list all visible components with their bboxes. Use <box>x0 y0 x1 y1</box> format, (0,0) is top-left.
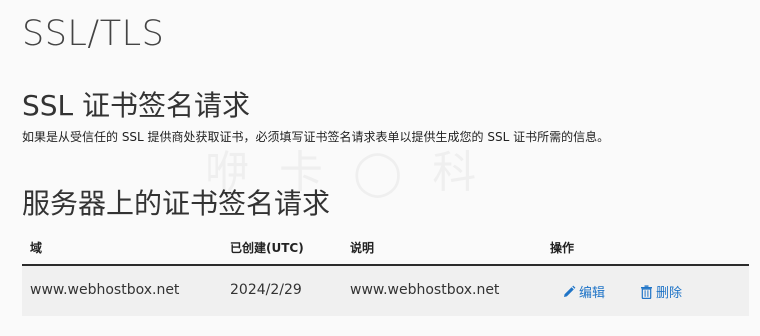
edit-label: 编辑 <box>579 286 606 301</box>
server-csr-title: 服务器上的证书签名请求 <box>22 187 331 220</box>
delete-link[interactable]: 删除 <box>640 282 682 301</box>
pencil-icon <box>562 285 576 299</box>
delete-label: 删除 <box>656 286 683 301</box>
cell-description: www.webhostbox.net <box>350 282 500 298</box>
column-header-created: 已创建(UTC) <box>230 241 304 255</box>
table-header: 域 已创建(UTC) 说明 操作 <box>22 230 749 266</box>
column-header-actions: 操作 <box>550 241 575 255</box>
column-header-domain: 域 <box>30 241 43 255</box>
csr-section-title: SSL 证书签名请求 <box>22 89 251 122</box>
csr-description: 如果是从受信任的 SSL 提供商处获取证书，必须填写证书签名请求表单以提供生成您… <box>22 130 610 144</box>
page-title: SSL/TLS <box>22 14 165 54</box>
cell-domain: www.webhostbox.net <box>30 282 180 298</box>
cell-created: 2024/2/29 <box>230 282 302 298</box>
table-row: www.webhostbox.net 2024/2/29 www.webhost… <box>22 266 749 316</box>
trash-icon <box>640 284 653 299</box>
csr-table: 域 已创建(UTC) 说明 操作 www.webhostbox.net 2024… <box>22 230 749 316</box>
column-header-description: 说明 <box>350 241 375 255</box>
edit-link[interactable]: 编辑 <box>562 282 605 301</box>
